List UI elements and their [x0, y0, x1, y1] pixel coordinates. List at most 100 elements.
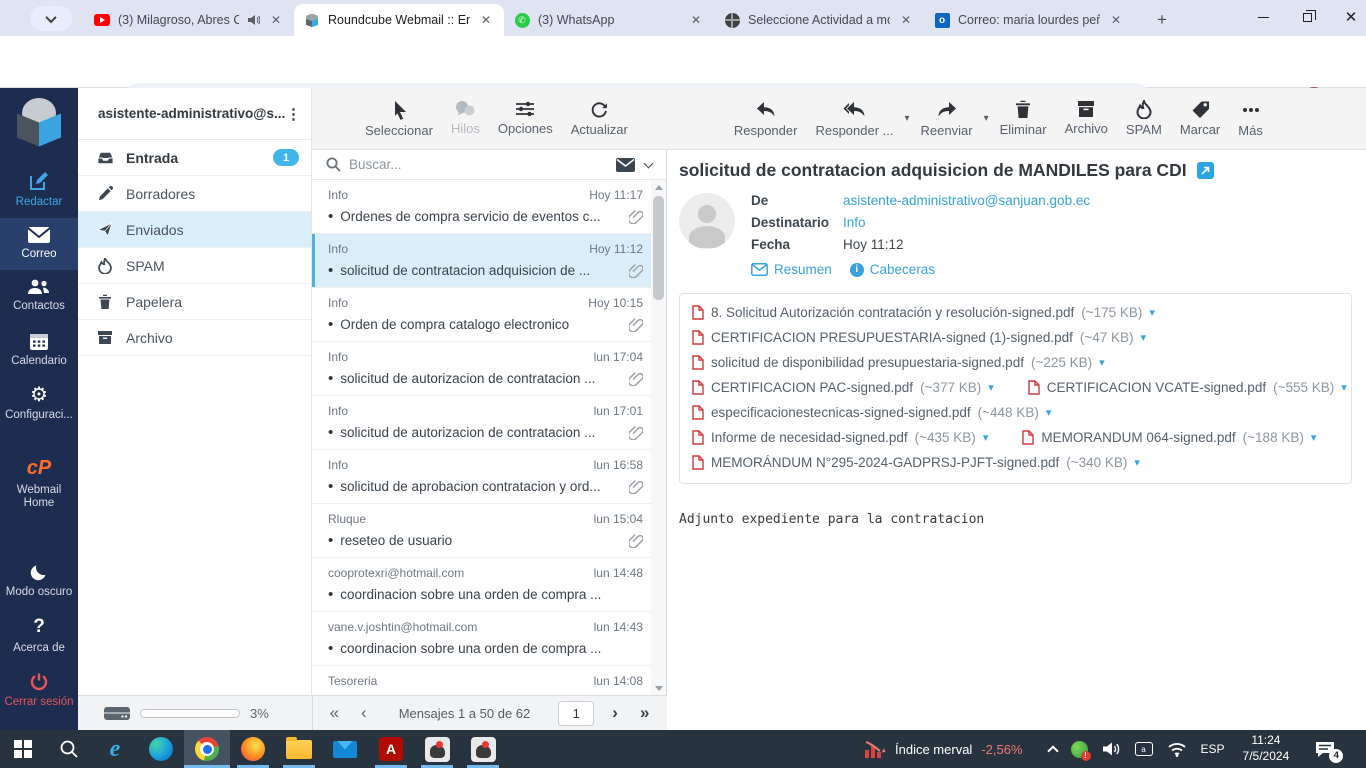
- sidebar-item-correo[interactable]: Correo: [0, 218, 78, 271]
- tab-close-icon[interactable]: ✕: [478, 12, 494, 28]
- message-row[interactable]: Tesoreria lun 14:08: [312, 666, 651, 695]
- tab-outlook[interactable]: o Correo: maria lourdes peñafi ✕: [924, 4, 1134, 36]
- reply-all-menu-caret[interactable]: ▾: [903, 113, 912, 124]
- first-page-button[interactable]: «: [326, 703, 343, 723]
- attachment[interactable]: 8. Solicitud Autorización contratación y…: [692, 305, 1155, 320]
- archive-button[interactable]: Archivo: [1056, 100, 1117, 138]
- sidebar-item-cerrar-sesion[interactable]: Cerrar sesión: [0, 664, 78, 718]
- forward-button[interactable]: Reenviar: [912, 100, 982, 138]
- attachment[interactable]: MEMORANDUM 064-signed.pdf (~188 KB) ▾: [1022, 430, 1316, 445]
- taskbar-acrobat[interactable]: A: [368, 730, 414, 768]
- attachment-menu-caret[interactable]: ▾: [1046, 406, 1052, 419]
- tab-youtube[interactable]: (3) Milagroso, Abres Can ✕: [84, 4, 294, 36]
- taskbar-firefox[interactable]: [230, 730, 276, 768]
- sidebar-item-configuracion[interactable]: ⚙ Configuraci...: [0, 377, 78, 431]
- message-row[interactable]: Info lun 17:01 • solicitud de autorizacion…: [312, 396, 651, 450]
- tab-close-icon[interactable]: ✕: [688, 12, 704, 28]
- refresh-button[interactable]: Actualizar: [562, 100, 637, 138]
- mark-button[interactable]: Marcar: [1171, 100, 1229, 138]
- sidebar-item-webmail-home[interactable]: cP Webmail Home: [0, 449, 78, 519]
- attachment-menu-caret[interactable]: ▾: [988, 381, 994, 394]
- tab-roundcube[interactable]: Roundcube Webmail :: Envia ✕: [294, 4, 504, 36]
- taskbar-java-app-1[interactable]: [414, 730, 460, 768]
- message-row-selected[interactable]: Info Hoy 11:12 • solicitud de contratacion…: [312, 234, 651, 288]
- attachment[interactable]: CERTIFICACION VCATE-signed.pdf (~555 KB) ▾: [1028, 380, 1347, 395]
- options-button[interactable]: Opciones: [489, 100, 562, 138]
- attachment-menu-caret[interactable]: ▾: [1149, 306, 1155, 319]
- volume-icon[interactable]: [1102, 741, 1121, 757]
- audio-icon[interactable]: [247, 14, 260, 26]
- taskbar-java-app-2[interactable]: [460, 730, 506, 768]
- more-button[interactable]: Más: [1229, 100, 1272, 138]
- reply-all-button[interactable]: Responder ...: [806, 100, 902, 138]
- folder-options-icon[interactable]: ⋮: [286, 105, 301, 123]
- attachment[interactable]: MEMORÁNDUM N°295-2024-GADPRSJ-PJFT-signe…: [692, 455, 1140, 470]
- news-ticker[interactable]: Índice merval -2,56%: [864, 740, 1023, 758]
- last-page-button[interactable]: »: [636, 703, 653, 723]
- message-row[interactable]: Info lun 17:04 • solicitud de autorizacion…: [312, 342, 651, 396]
- folder-archivo[interactable]: Archivo: [78, 320, 311, 356]
- select-button[interactable]: Seleccionar: [356, 100, 442, 138]
- attachment-menu-caret[interactable]: ▾: [1311, 431, 1317, 444]
- message-row[interactable]: Info Hoy 10:15 • Orden de compra catalogo …: [312, 288, 651, 342]
- taskbar-mail[interactable]: [322, 730, 368, 768]
- prev-page-button[interactable]: ‹: [357, 703, 371, 723]
- list-scrollbar[interactable]: [651, 180, 666, 695]
- new-tab-button[interactable]: +: [1150, 8, 1174, 32]
- taskbar-chrome[interactable]: [184, 730, 230, 768]
- window-restore-button[interactable]: [1298, 8, 1316, 26]
- attachment-menu-caret[interactable]: ▾: [1099, 356, 1105, 369]
- folder-enviados[interactable]: Enviados: [78, 212, 311, 248]
- message-row[interactable]: Rluque lun 15:04 • reseteo de usuario: [312, 504, 651, 558]
- account-header[interactable]: asistente-administrativo@s... ⋮: [78, 88, 311, 140]
- window-minimize-button[interactable]: [1254, 8, 1272, 26]
- tray-expand-icon[interactable]: [1046, 744, 1059, 757]
- start-button[interactable]: [0, 730, 46, 768]
- action-center-button[interactable]: 4: [1315, 741, 1344, 763]
- taskbar-ie[interactable]: e: [92, 730, 138, 768]
- spam-button[interactable]: SPAM: [1117, 99, 1171, 138]
- tray-keyboard-icon[interactable]: a: [1134, 742, 1153, 756]
- attachment-menu-caret[interactable]: ▾: [983, 431, 989, 444]
- tab-close-icon[interactable]: ✕: [1108, 12, 1124, 28]
- tab-close-icon[interactable]: ✕: [898, 12, 914, 28]
- attachment-menu-caret[interactable]: ▾: [1134, 456, 1140, 469]
- sidebar-item-contactos[interactable]: Contactos: [0, 270, 78, 322]
- page-number-input[interactable]: [558, 700, 595, 726]
- search-options-chevron-icon[interactable]: [643, 158, 654, 168]
- summary-button[interactable]: Resumen: [751, 262, 832, 277]
- search-input[interactable]: [349, 157, 608, 172]
- delete-button[interactable]: Eliminar: [991, 100, 1056, 138]
- folder-entrada[interactable]: Entrada 1: [78, 140, 311, 176]
- antivirus-tray-icon[interactable]: [1070, 740, 1091, 761]
- window-close-button[interactable]: ✕: [1342, 8, 1360, 26]
- tab-actividad[interactable]: Seleccione Actividad a modi ✕: [714, 4, 924, 36]
- sidebar-item-acerca-de[interactable]: ? Acerca de: [0, 608, 78, 664]
- next-page-button[interactable]: ›: [608, 703, 622, 723]
- sidebar-item-redactar[interactable]: Redactar: [0, 162, 78, 218]
- wifi-icon[interactable]: [1167, 742, 1187, 757]
- folder-borradores[interactable]: Borradores: [78, 176, 311, 212]
- language-indicator[interactable]: ESP: [1201, 742, 1225, 756]
- taskbar-search-button[interactable]: [46, 730, 92, 768]
- tab-close-icon[interactable]: ✕: [268, 12, 284, 28]
- attachment[interactable]: Informe de necesidad-signed.pdf (~435 KB)…: [692, 430, 988, 445]
- attachment-menu-caret[interactable]: ▾: [1341, 381, 1347, 394]
- reply-button[interactable]: Responder: [725, 100, 807, 138]
- taskbar-clock[interactable]: 11:24 7/5/2024: [1243, 733, 1290, 764]
- sidebar-item-calendario[interactable]: Calendario: [0, 323, 78, 377]
- scroll-up-icon[interactable]: [654, 184, 663, 190]
- threads-button[interactable]: Hilos: [442, 100, 489, 138]
- message-row[interactable]: Info lun 16:58 • solicitud de aprobacion c…: [312, 450, 651, 504]
- attachment[interactable]: solicitud de disponibilidad presupuestar…: [692, 355, 1105, 370]
- from-address[interactable]: asistente-administrativo@sanjuan.gob.ec: [843, 193, 1090, 208]
- message-row[interactable]: Info Hoy 11:17 • Ordenes de compra servici…: [312, 180, 651, 234]
- message-row[interactable]: vane.v.joshtin@hotmail.com lun 14:43 • coo…: [312, 612, 651, 666]
- attachment[interactable]: CERTIFICACION PRESUPUESTARIA-signed (1)-…: [692, 330, 1146, 345]
- taskbar-explorer[interactable]: [276, 730, 322, 768]
- tab-search-button[interactable]: [30, 6, 72, 31]
- attachment[interactable]: CERTIFICACION PAC-signed.pdf (~377 KB) ▾: [692, 380, 994, 395]
- attachment-menu-caret[interactable]: ▾: [1141, 331, 1147, 344]
- attachment[interactable]: especificacionestecnicas-signed-signed.p…: [692, 405, 1051, 420]
- folder-papelera[interactable]: Papelera: [78, 284, 311, 320]
